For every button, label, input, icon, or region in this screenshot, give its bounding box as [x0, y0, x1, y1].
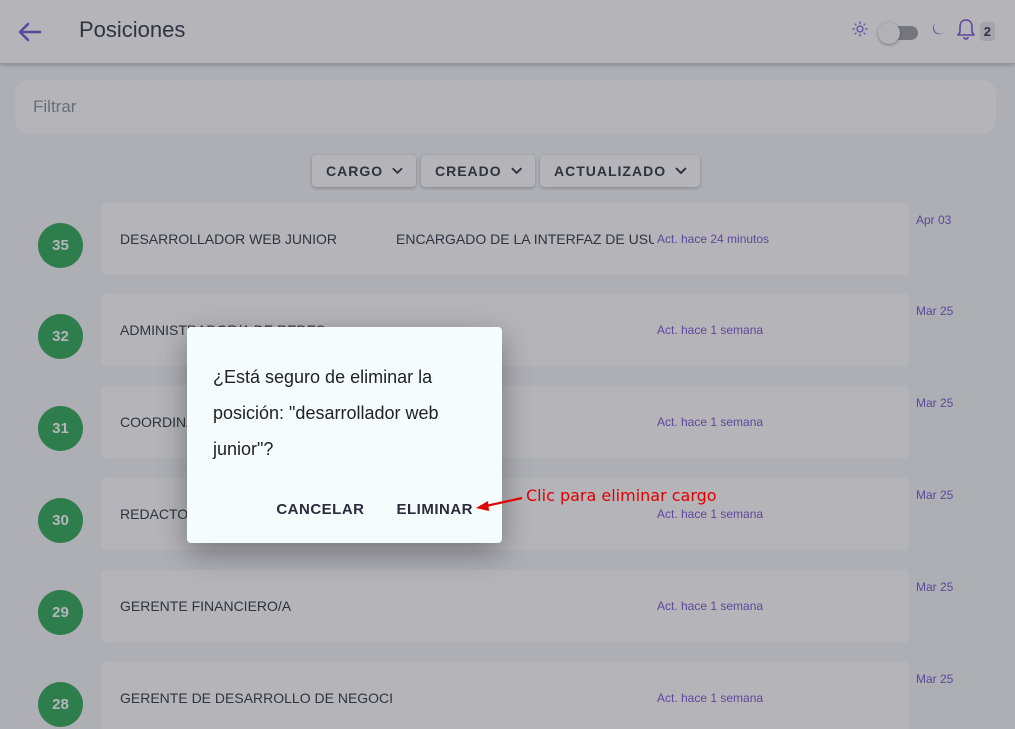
cancel-button[interactable]: CANCELAR: [276, 501, 364, 518]
modal-overlay[interactable]: [0, 0, 1015, 729]
confirm-delete-dialog: ¿Está seguro de eliminar la posición: "d…: [187, 327, 502, 543]
dialog-actions: CANCELAR ELIMINAR: [276, 501, 473, 518]
delete-button[interactable]: ELIMINAR: [397, 501, 474, 518]
dialog-message: ¿Está seguro de eliminar la posición: "d…: [213, 367, 439, 459]
annotation-text: Clic para eliminar cargo: [526, 486, 717, 505]
annotation-arrow-icon: [476, 496, 523, 511]
